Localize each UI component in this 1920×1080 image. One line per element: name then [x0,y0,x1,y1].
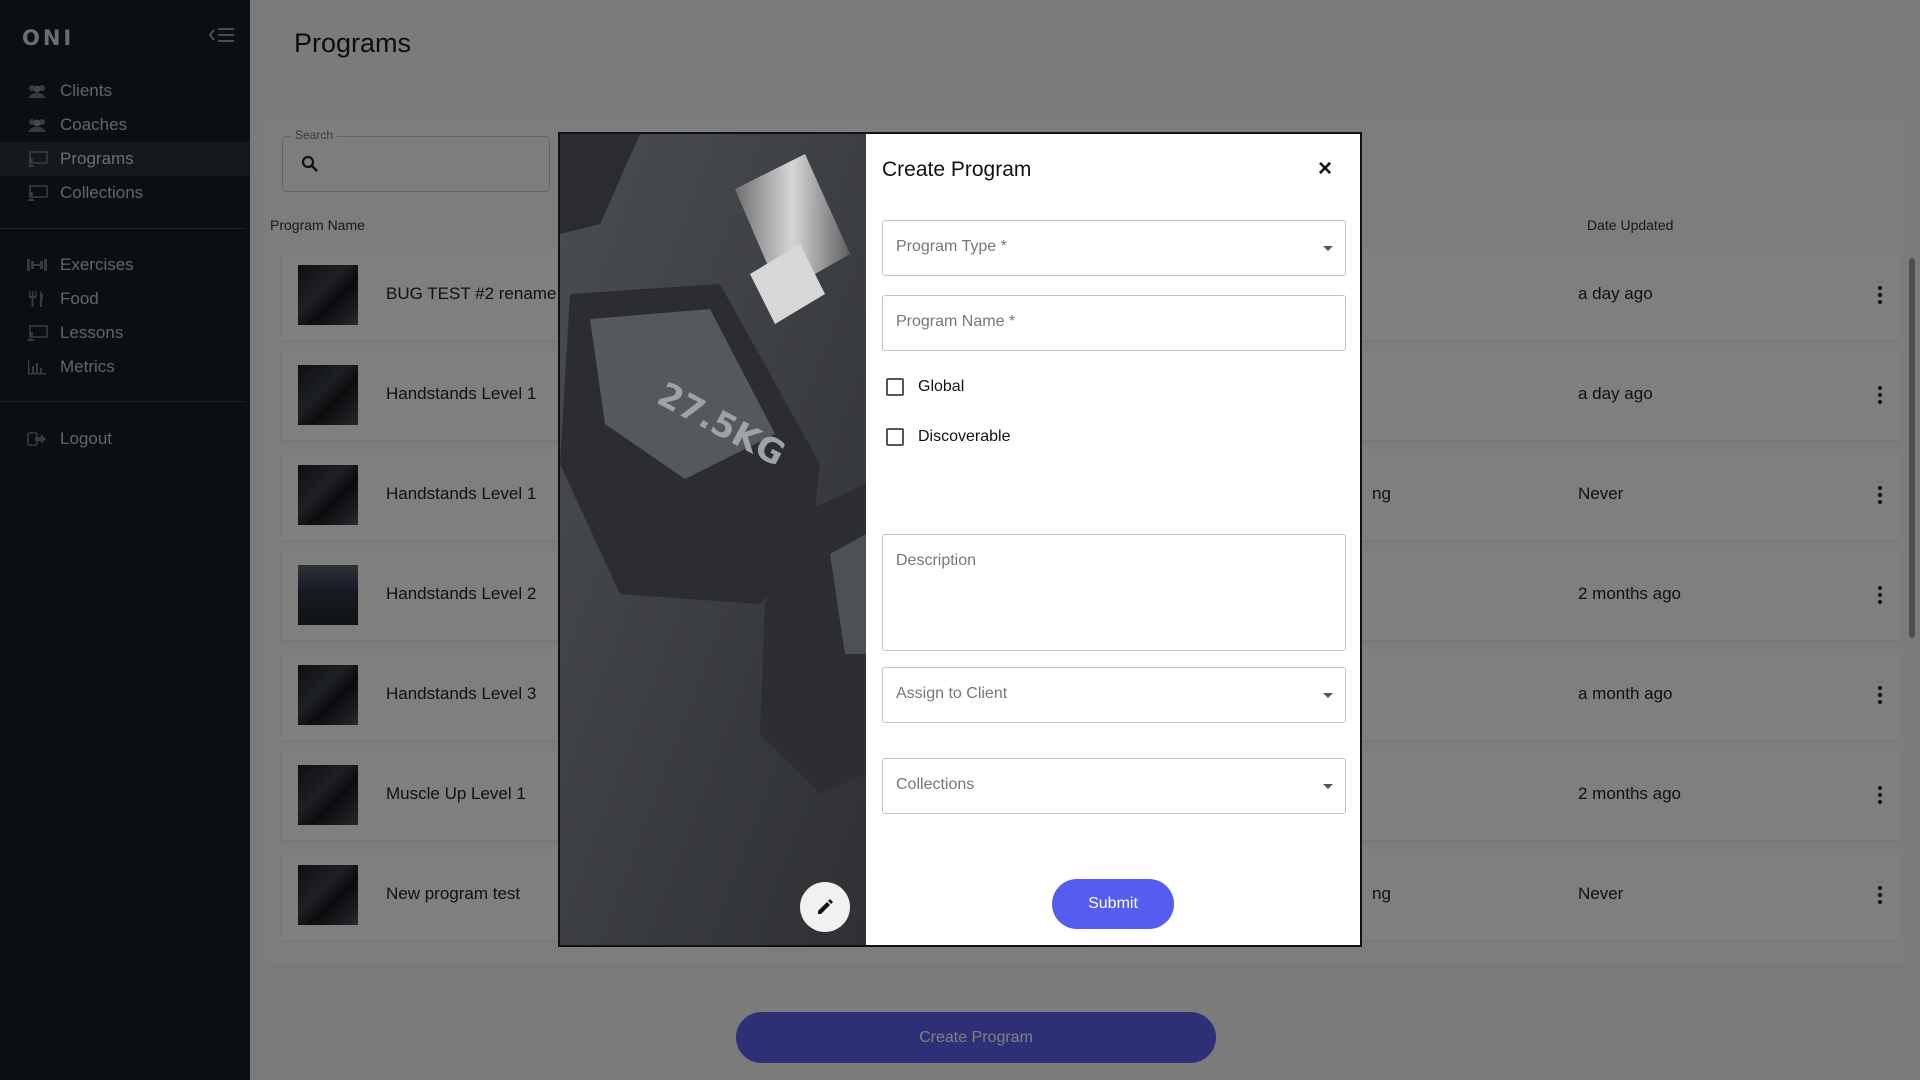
description-label: Description [896,552,977,569]
assign-client-select[interactable]: Assign to Client [882,667,1346,723]
discoverable-checkbox[interactable] [886,428,904,446]
description-field[interactable]: Description [882,534,1346,651]
global-checkbox-row[interactable]: Global [886,378,964,396]
chevron-down-icon [1323,246,1333,251]
dumbbell-photo: 27.5KG [560,134,866,945]
submit-button[interactable]: Submit [1052,879,1174,929]
chevron-down-icon [1323,693,1333,698]
program-type-label: Program Type * [896,238,1007,255]
program-name-field[interactable]: Program Name * [882,295,1346,351]
chevron-down-icon [1323,784,1333,789]
program-type-select[interactable]: Program Type * [882,220,1346,276]
create-program-form: Create Program × Program Type * Program … [866,134,1360,945]
collections-select[interactable]: Collections [882,758,1346,814]
global-checkbox[interactable] [886,378,904,396]
global-label: Global [918,378,965,395]
close-icon[interactable]: × [1312,155,1338,182]
edit-image-button[interactable] [800,882,850,932]
modal-title: Create Program [882,158,1032,181]
create-program-modal: 27.5KG Create Program × Program Type * P… [558,132,1362,947]
collections-label: Collections [896,776,975,793]
program-cover-image: 27.5KG [560,134,866,945]
assign-client-label: Assign to Client [896,685,1008,702]
discoverable-checkbox-row[interactable]: Discoverable [886,428,1010,446]
pencil-icon [818,899,833,914]
program-name-label: Program Name * [896,313,1016,330]
discoverable-label: Discoverable [918,428,1011,445]
